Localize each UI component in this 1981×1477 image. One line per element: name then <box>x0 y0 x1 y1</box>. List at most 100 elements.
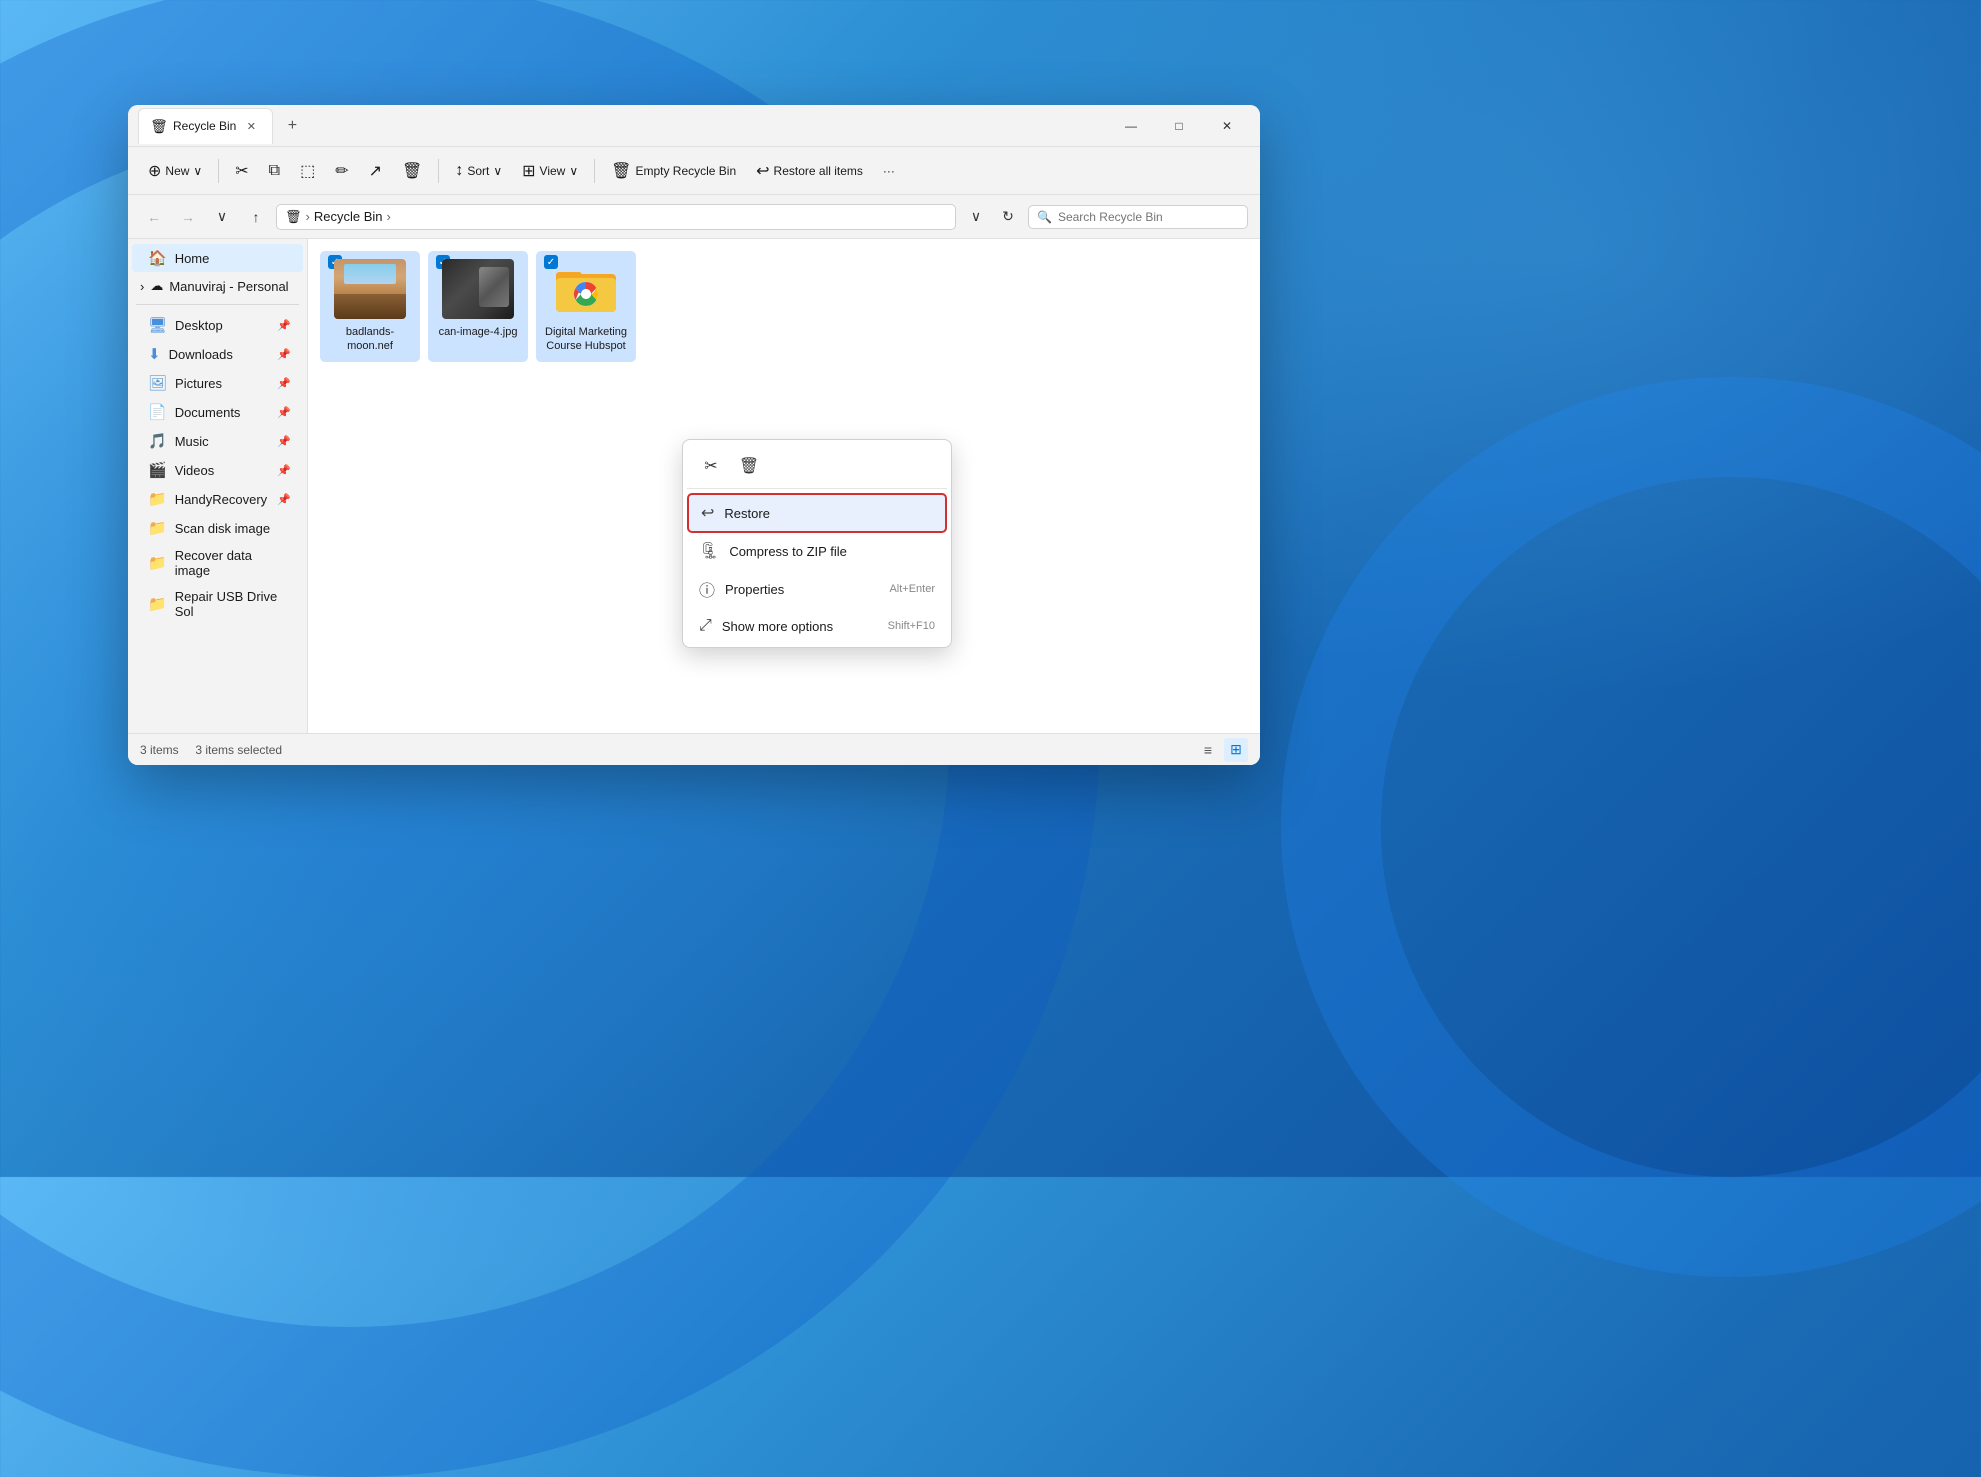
refresh-button[interactable]: ↻ <box>994 203 1022 231</box>
up-button[interactable]: ↑ <box>242 203 270 231</box>
recover-icon: 📁 <box>148 554 167 572</box>
ctx-properties-item[interactable]: ⓘ Properties Alt+Enter <box>687 569 947 609</box>
paste-button[interactable]: ⬚ <box>292 156 323 186</box>
sidebar-item-videos[interactable]: 🎬 Videos 📌 <box>132 456 303 484</box>
recycle-bin-tab-icon: 🗑 <box>151 118 167 134</box>
address-path[interactable]: 🗑 › Recycle Bin › <box>276 204 956 230</box>
sidebar-item-recover[interactable]: 📁 Recover data image <box>132 543 303 583</box>
minimize-button[interactable]: — <box>1108 110 1154 142</box>
ctx-compress-label: Compress to ZIP file <box>729 544 847 559</box>
ctx-cut-button[interactable]: ✂ <box>695 450 727 482</box>
ctx-delete-icon: 🗑 <box>739 456 759 476</box>
ctx-properties-icon: ⓘ <box>699 577 715 601</box>
thumbnail-folder <box>550 259 622 319</box>
sidebar-item-pictures[interactable]: 🖼 Pictures 📌 <box>132 369 303 397</box>
music-label: Music <box>175 434 209 449</box>
list-view-button[interactable]: ≡ <box>1196 738 1220 762</box>
filename-folder: Digital Marketing Course Hubspot <box>544 325 628 354</box>
status-right: ≡ ⊞ <box>1196 738 1248 762</box>
ctx-more-shortcut: Shift+F10 <box>888 620 935 632</box>
documents-label: Documents <box>175 405 241 420</box>
sidebar-item-handy[interactable]: 📁 HandyRecovery 📌 <box>132 485 303 513</box>
sort-button[interactable]: ↕ Sort ∨ <box>447 157 510 185</box>
explorer-window: 🗑 Recycle Bin ✕ + — □ ✕ ⊕ New ∨ ✂ ⧉ ⬚ <box>128 105 1260 765</box>
downloads-icon: ⬇ <box>148 345 161 363</box>
ctx-delete-button[interactable]: 🗑 <box>733 450 765 482</box>
cut-button[interactable]: ✂ <box>227 156 256 186</box>
more-options-button[interactable]: ··· <box>875 159 903 183</box>
checkbox-folder: ✓ <box>544 255 558 269</box>
file-item-folder[interactable]: ✓ <box>536 251 636 362</box>
new-label: New <box>165 164 189 178</box>
ctx-compress-icon: 🗜 <box>699 541 719 561</box>
restore-all-button[interactable]: ↩ Restore all items <box>748 156 871 186</box>
ctx-restore-item[interactable]: ↩ Restore <box>687 493 947 533</box>
cloud-icon: ☁ <box>150 278 163 294</box>
paste-icon: ⬚ <box>300 161 315 181</box>
ctx-properties-shortcut: Alt+Enter <box>889 583 935 595</box>
new-button[interactable]: ⊕ New ∨ <box>140 156 210 186</box>
downloads-label: Downloads <box>169 347 233 362</box>
address-bar: ← → ∨ ↑ 🗑 › Recycle Bin › ∨ ↻ 🔍 <box>128 195 1260 239</box>
tab-close-button[interactable]: ✕ <box>242 117 260 135</box>
close-button[interactable]: ✕ <box>1204 110 1250 142</box>
view-button[interactable]: ⊞ View ∨ <box>514 156 586 186</box>
filename-badlands: badlands-moon.nef <box>328 325 412 354</box>
documents-icon: 📄 <box>148 403 167 421</box>
repair-icon: 📁 <box>148 595 167 613</box>
toolbar: ⊕ New ∨ ✂ ⧉ ⬚ ✏ ↗ 🗑 ↕ Sort ∨ ⊞ <box>128 147 1260 195</box>
sidebar-item-downloads[interactable]: ⬇ Downloads 📌 <box>132 340 303 368</box>
recycle-bin-path-icon: 🗑 <box>285 209 302 225</box>
back-button[interactable]: ← <box>140 203 168 231</box>
recycle-bin-path-item[interactable]: Recycle Bin <box>314 209 383 224</box>
grid-view-button[interactable]: ⊞ <box>1224 738 1248 762</box>
cut-icon: ✂ <box>235 161 248 181</box>
sidebar: 🏠 Home › ☁ Manuviraj - Personal 🖥 Deskto… <box>128 239 308 733</box>
share-button[interactable]: ↗ <box>361 156 390 186</box>
view-chevron: ∨ <box>569 164 578 178</box>
ctx-more-item[interactable]: ⤢ Show more options Shift+F10 <box>687 609 947 643</box>
ctx-compress-item[interactable]: 🗜 Compress to ZIP file <box>687 533 947 569</box>
cloud-label: Manuviraj - Personal <box>169 279 288 294</box>
ctx-more-label: Show more options <box>722 619 833 634</box>
dropdown-button[interactable]: ∨ <box>962 203 990 231</box>
recent-button[interactable]: ∨ <box>208 203 236 231</box>
sidebar-quick-access: 🏠 Home › ☁ Manuviraj - Personal 🖥 Deskto… <box>128 239 307 629</box>
home-label: Home <box>175 251 210 266</box>
sidebar-item-documents[interactable]: 📄 Documents 📌 <box>132 398 303 426</box>
sidebar-item-home[interactable]: 🏠 Home <box>132 244 303 272</box>
ctx-properties-label: Properties <box>725 582 784 597</box>
copy-button[interactable]: ⧉ <box>261 157 288 185</box>
items-count: 3 items <box>140 743 179 757</box>
sidebar-item-repair[interactable]: 📁 Repair USB Drive Sol <box>132 584 303 624</box>
videos-pin: 📌 <box>277 464 291 477</box>
rename-button[interactable]: ✏ <box>327 156 356 186</box>
empty-recycle-bin-button[interactable]: 🗑 Empty Recycle Bin <box>603 156 744 186</box>
active-tab[interactable]: 🗑 Recycle Bin ✕ <box>138 108 273 144</box>
recover-label: Recover data image <box>175 548 291 578</box>
handy-icon: 📁 <box>148 490 167 508</box>
sidebar-item-scan[interactable]: 📁 Scan disk image <box>132 514 303 542</box>
thumbnail-badlands <box>334 259 406 319</box>
desktop-label: Desktop <box>175 318 223 333</box>
separator-1 <box>218 159 219 183</box>
file-item-badlands[interactable]: ✓ badlands-moon.nef <box>320 251 420 362</box>
documents-pin: 📌 <box>277 406 291 419</box>
file-item-can[interactable]: ✓ can-image-4.jpg <box>428 251 528 362</box>
delete-button[interactable]: 🗑 <box>394 156 430 186</box>
sidebar-cloud-group[interactable]: › ☁ Manuviraj - Personal <box>132 273 303 299</box>
more-icon: ··· <box>883 164 895 178</box>
maximize-button[interactable]: □ <box>1156 110 1202 142</box>
sidebar-item-desktop[interactable]: 🖥 Desktop 📌 <box>132 311 303 339</box>
add-tab-button[interactable]: + <box>277 111 307 141</box>
music-pin: 📌 <box>277 435 291 448</box>
selected-count: 3 items selected <box>195 743 282 757</box>
sidebar-item-music[interactable]: 🎵 Music 📌 <box>132 427 303 455</box>
forward-button[interactable]: → <box>174 203 202 231</box>
search-input[interactable] <box>1058 210 1239 224</box>
new-icon: ⊕ <box>148 161 161 181</box>
view-icon: ⊞ <box>522 161 535 181</box>
search-box[interactable]: 🔍 <box>1028 205 1248 229</box>
content-area: 🏠 Home › ☁ Manuviraj - Personal 🖥 Deskto… <box>128 239 1260 733</box>
context-menu-top-bar: ✂ 🗑 <box>687 444 947 489</box>
